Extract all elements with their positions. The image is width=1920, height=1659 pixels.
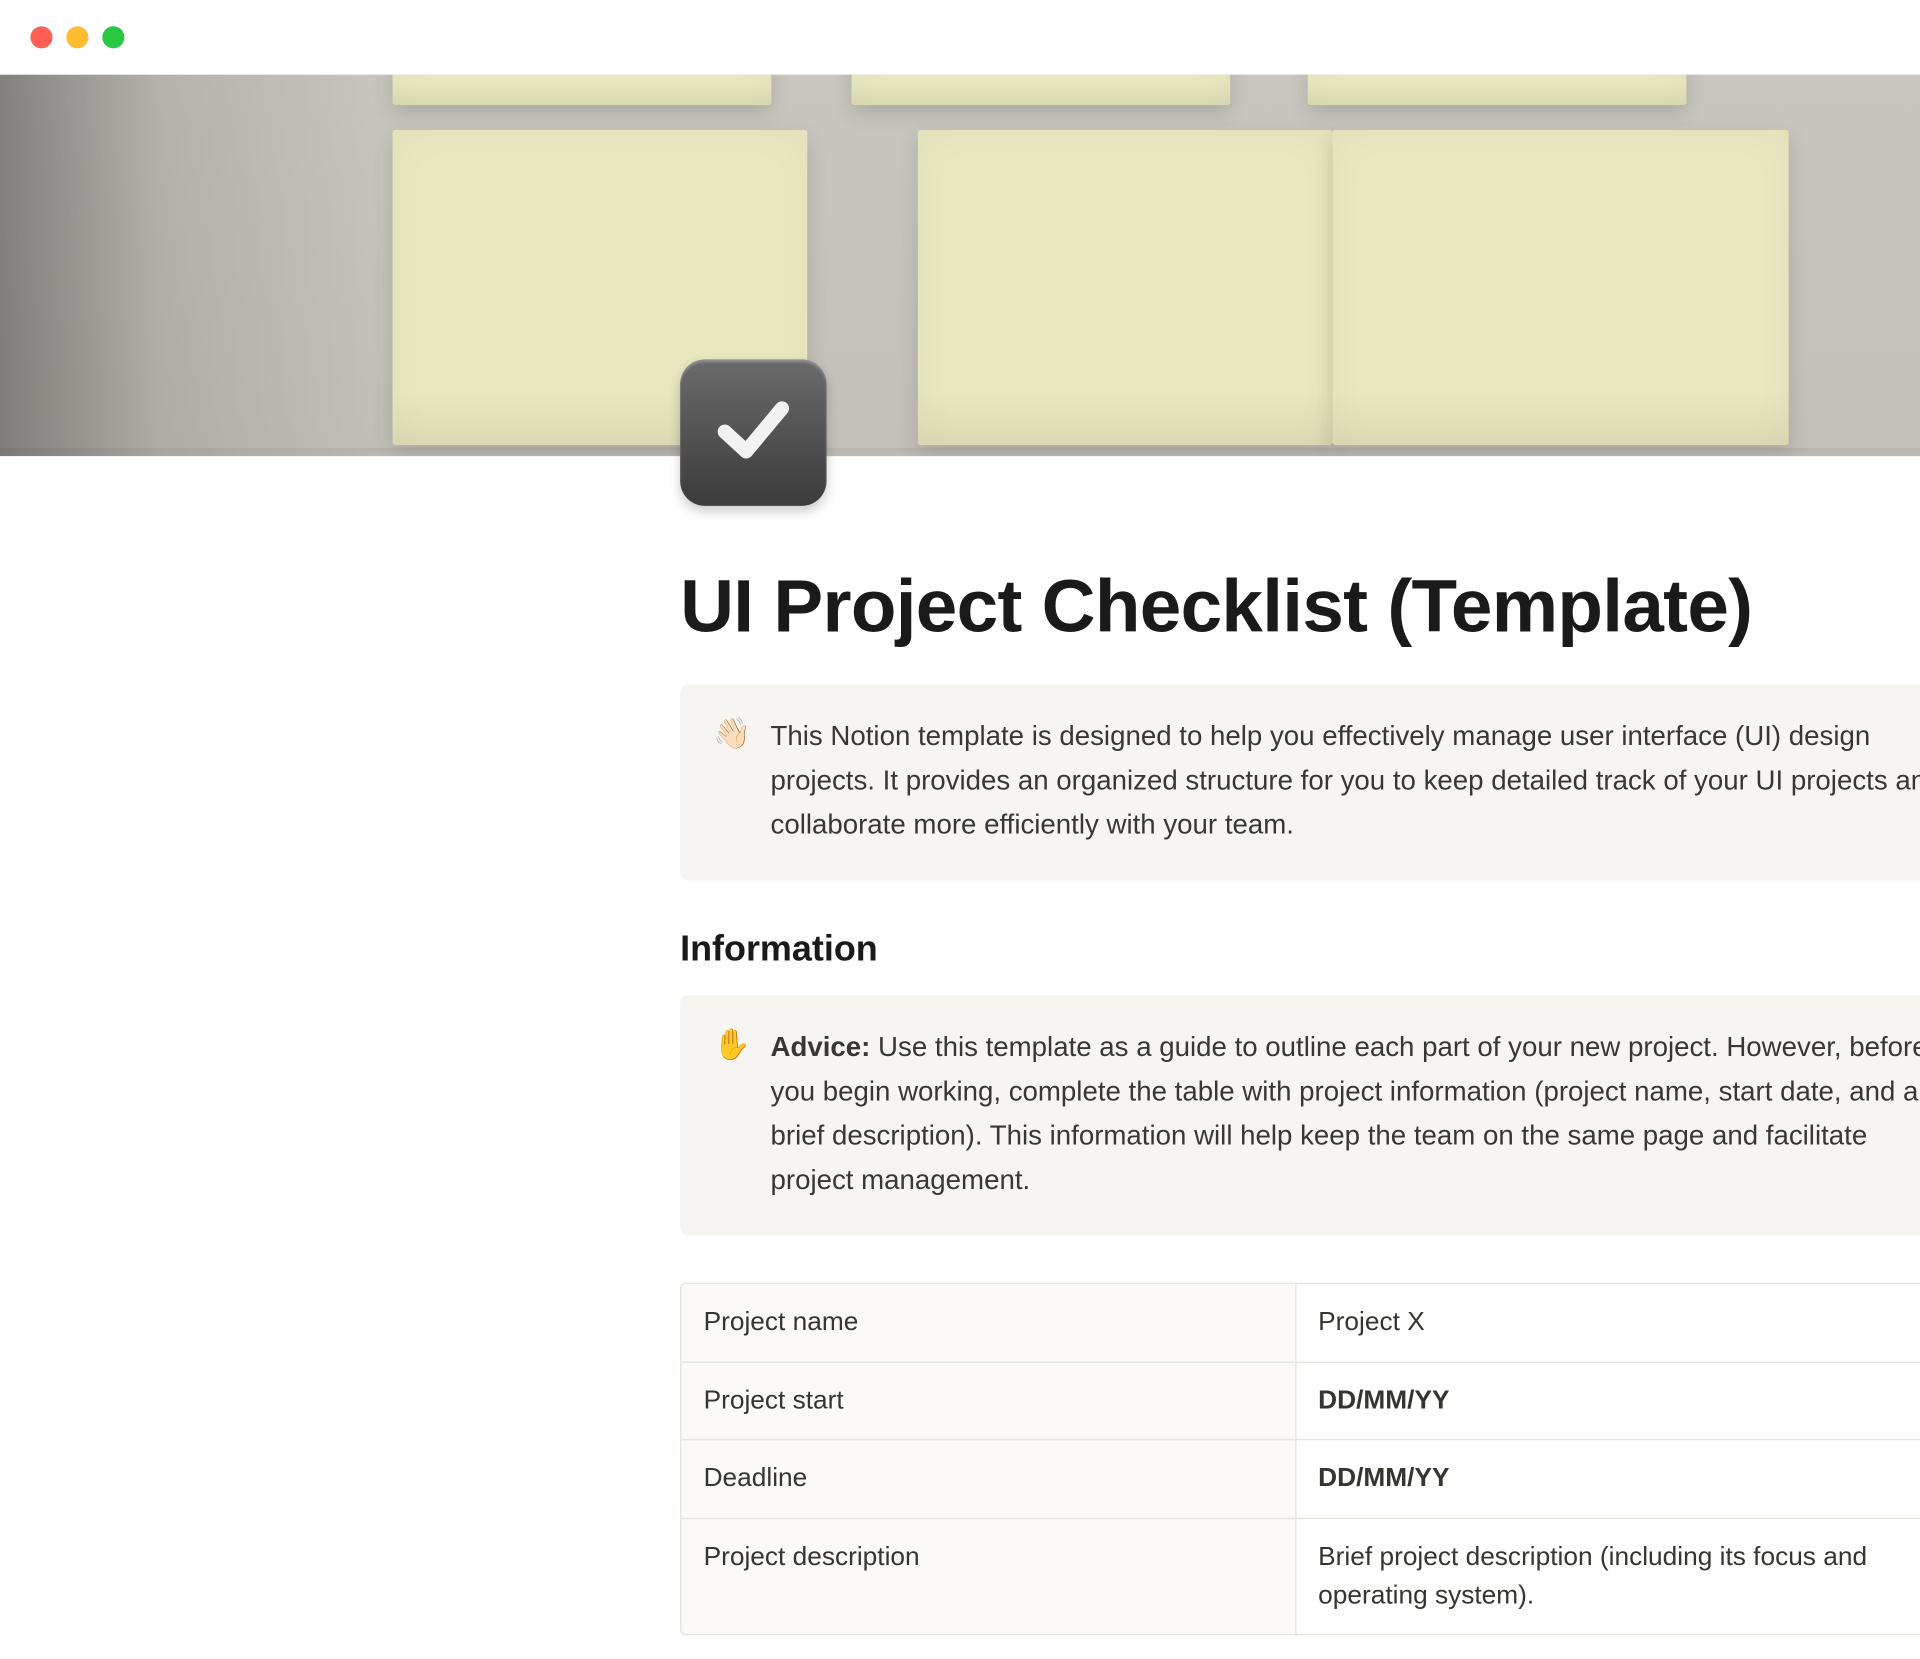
table-row[interactable]: Project name Project X bbox=[681, 1285, 1920, 1362]
sticky-note-icon bbox=[1308, 75, 1687, 105]
page-title[interactable]: UI Project Checklist (Template) bbox=[680, 567, 1920, 649]
checkmark-box-icon bbox=[710, 386, 796, 479]
cell-key: Project start bbox=[681, 1363, 1296, 1440]
intro-callout[interactable]: 👋🏻 This Notion template is designed to h… bbox=[680, 685, 1920, 881]
cell-key: Project name bbox=[681, 1285, 1296, 1362]
sticky-note-icon bbox=[1333, 130, 1789, 445]
wave-icon: 👋🏻 bbox=[713, 715, 751, 848]
page-content: UI Project Checklist (Template) 👋🏻 This … bbox=[680, 456, 1920, 1635]
cell-value: Project X bbox=[1296, 1285, 1920, 1362]
sticky-note-icon bbox=[393, 75, 772, 105]
project-info-table[interactable]: Project name Project X Project start DD/… bbox=[680, 1283, 1920, 1635]
cell-value: DD/MM/YY bbox=[1296, 1363, 1920, 1440]
table-row[interactable]: Deadline DD/MM/YY bbox=[681, 1440, 1920, 1518]
sticky-note-icon bbox=[918, 130, 1333, 445]
advice-label: Advice: bbox=[770, 1033, 870, 1063]
page-cover[interactable] bbox=[0, 75, 1920, 457]
advice-body: Use this template as a guide to outline … bbox=[770, 1033, 1920, 1196]
minimize-window-button[interactable] bbox=[66, 26, 88, 48]
stop-hand-icon: ✋ bbox=[713, 1026, 751, 1203]
cell-value: DD/MM/YY bbox=[1296, 1441, 1920, 1518]
table-row[interactable]: Project description Brief project descri… bbox=[681, 1518, 1920, 1634]
cell-key: Deadline bbox=[681, 1441, 1296, 1518]
advice-text: Advice: Use this template as a guide to … bbox=[770, 1026, 1920, 1203]
cell-value: Brief project description (including its… bbox=[1296, 1519, 1920, 1634]
sticky-note-icon bbox=[851, 75, 1230, 105]
advice-callout[interactable]: ✋ Advice: Use this template as a guide t… bbox=[680, 996, 1920, 1237]
window-titlebar bbox=[0, 0, 1920, 75]
page-icon[interactable] bbox=[680, 359, 827, 506]
section-heading-information[interactable]: Information bbox=[680, 928, 1920, 971]
table-row[interactable]: Project start DD/MM/YY bbox=[681, 1361, 1920, 1439]
intro-text: This Notion template is designed to help… bbox=[770, 715, 1920, 848]
cell-key: Project description bbox=[681, 1519, 1296, 1634]
fullscreen-window-button[interactable] bbox=[102, 26, 124, 48]
close-window-button[interactable] bbox=[30, 26, 52, 48]
